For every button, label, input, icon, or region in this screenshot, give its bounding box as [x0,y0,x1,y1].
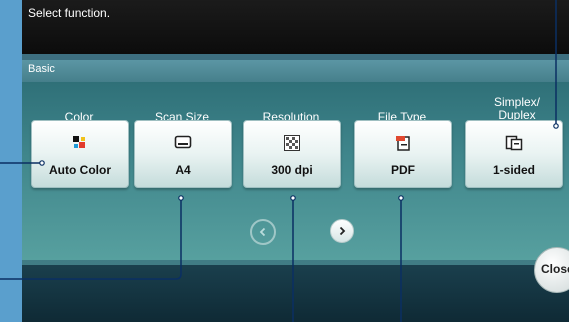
simplex-duplex-button[interactable]: 1-sided [465,120,563,188]
next-page-button[interactable] [330,219,354,243]
bottom-bar [22,265,569,322]
function-area: Color Scan Size Resolution File Type Sim… [22,82,569,260]
header-bar: Select function. [22,0,569,54]
scan-size-icon [174,135,192,154]
resolution-value: 300 dpi [271,163,313,177]
section-tab-basic[interactable]: Basic [22,60,569,83]
scan-size-button[interactable]: A4 [134,120,232,188]
simplex-duplex-label-line1: Simplex/ [493,95,540,109]
close-label: Close [541,262,569,276]
simplex-duplex-label: Simplex/ Duplex [462,96,569,122]
color-squares-icon [71,135,89,156]
file-type-button[interactable]: PDF [354,120,452,188]
simplex-duplex-icon [505,135,523,156]
resolution-button[interactable]: 300 dpi [243,120,341,188]
resolution-checker-icon [284,135,300,156]
color-value: Auto Color [49,163,111,177]
simplex-duplex-value: 1-sided [492,163,535,177]
file-type-value: PDF [391,163,415,177]
section-label: Basic [28,63,55,75]
prev-page-button[interactable] [250,219,276,245]
function-panel: Basic Color Scan Size Resolution File Ty… [22,60,569,322]
color-button[interactable]: Auto Color [31,120,129,188]
page-title: Select function. [28,6,111,20]
scan-size-value: A4 [175,163,191,177]
pdf-file-icon [395,135,411,156]
